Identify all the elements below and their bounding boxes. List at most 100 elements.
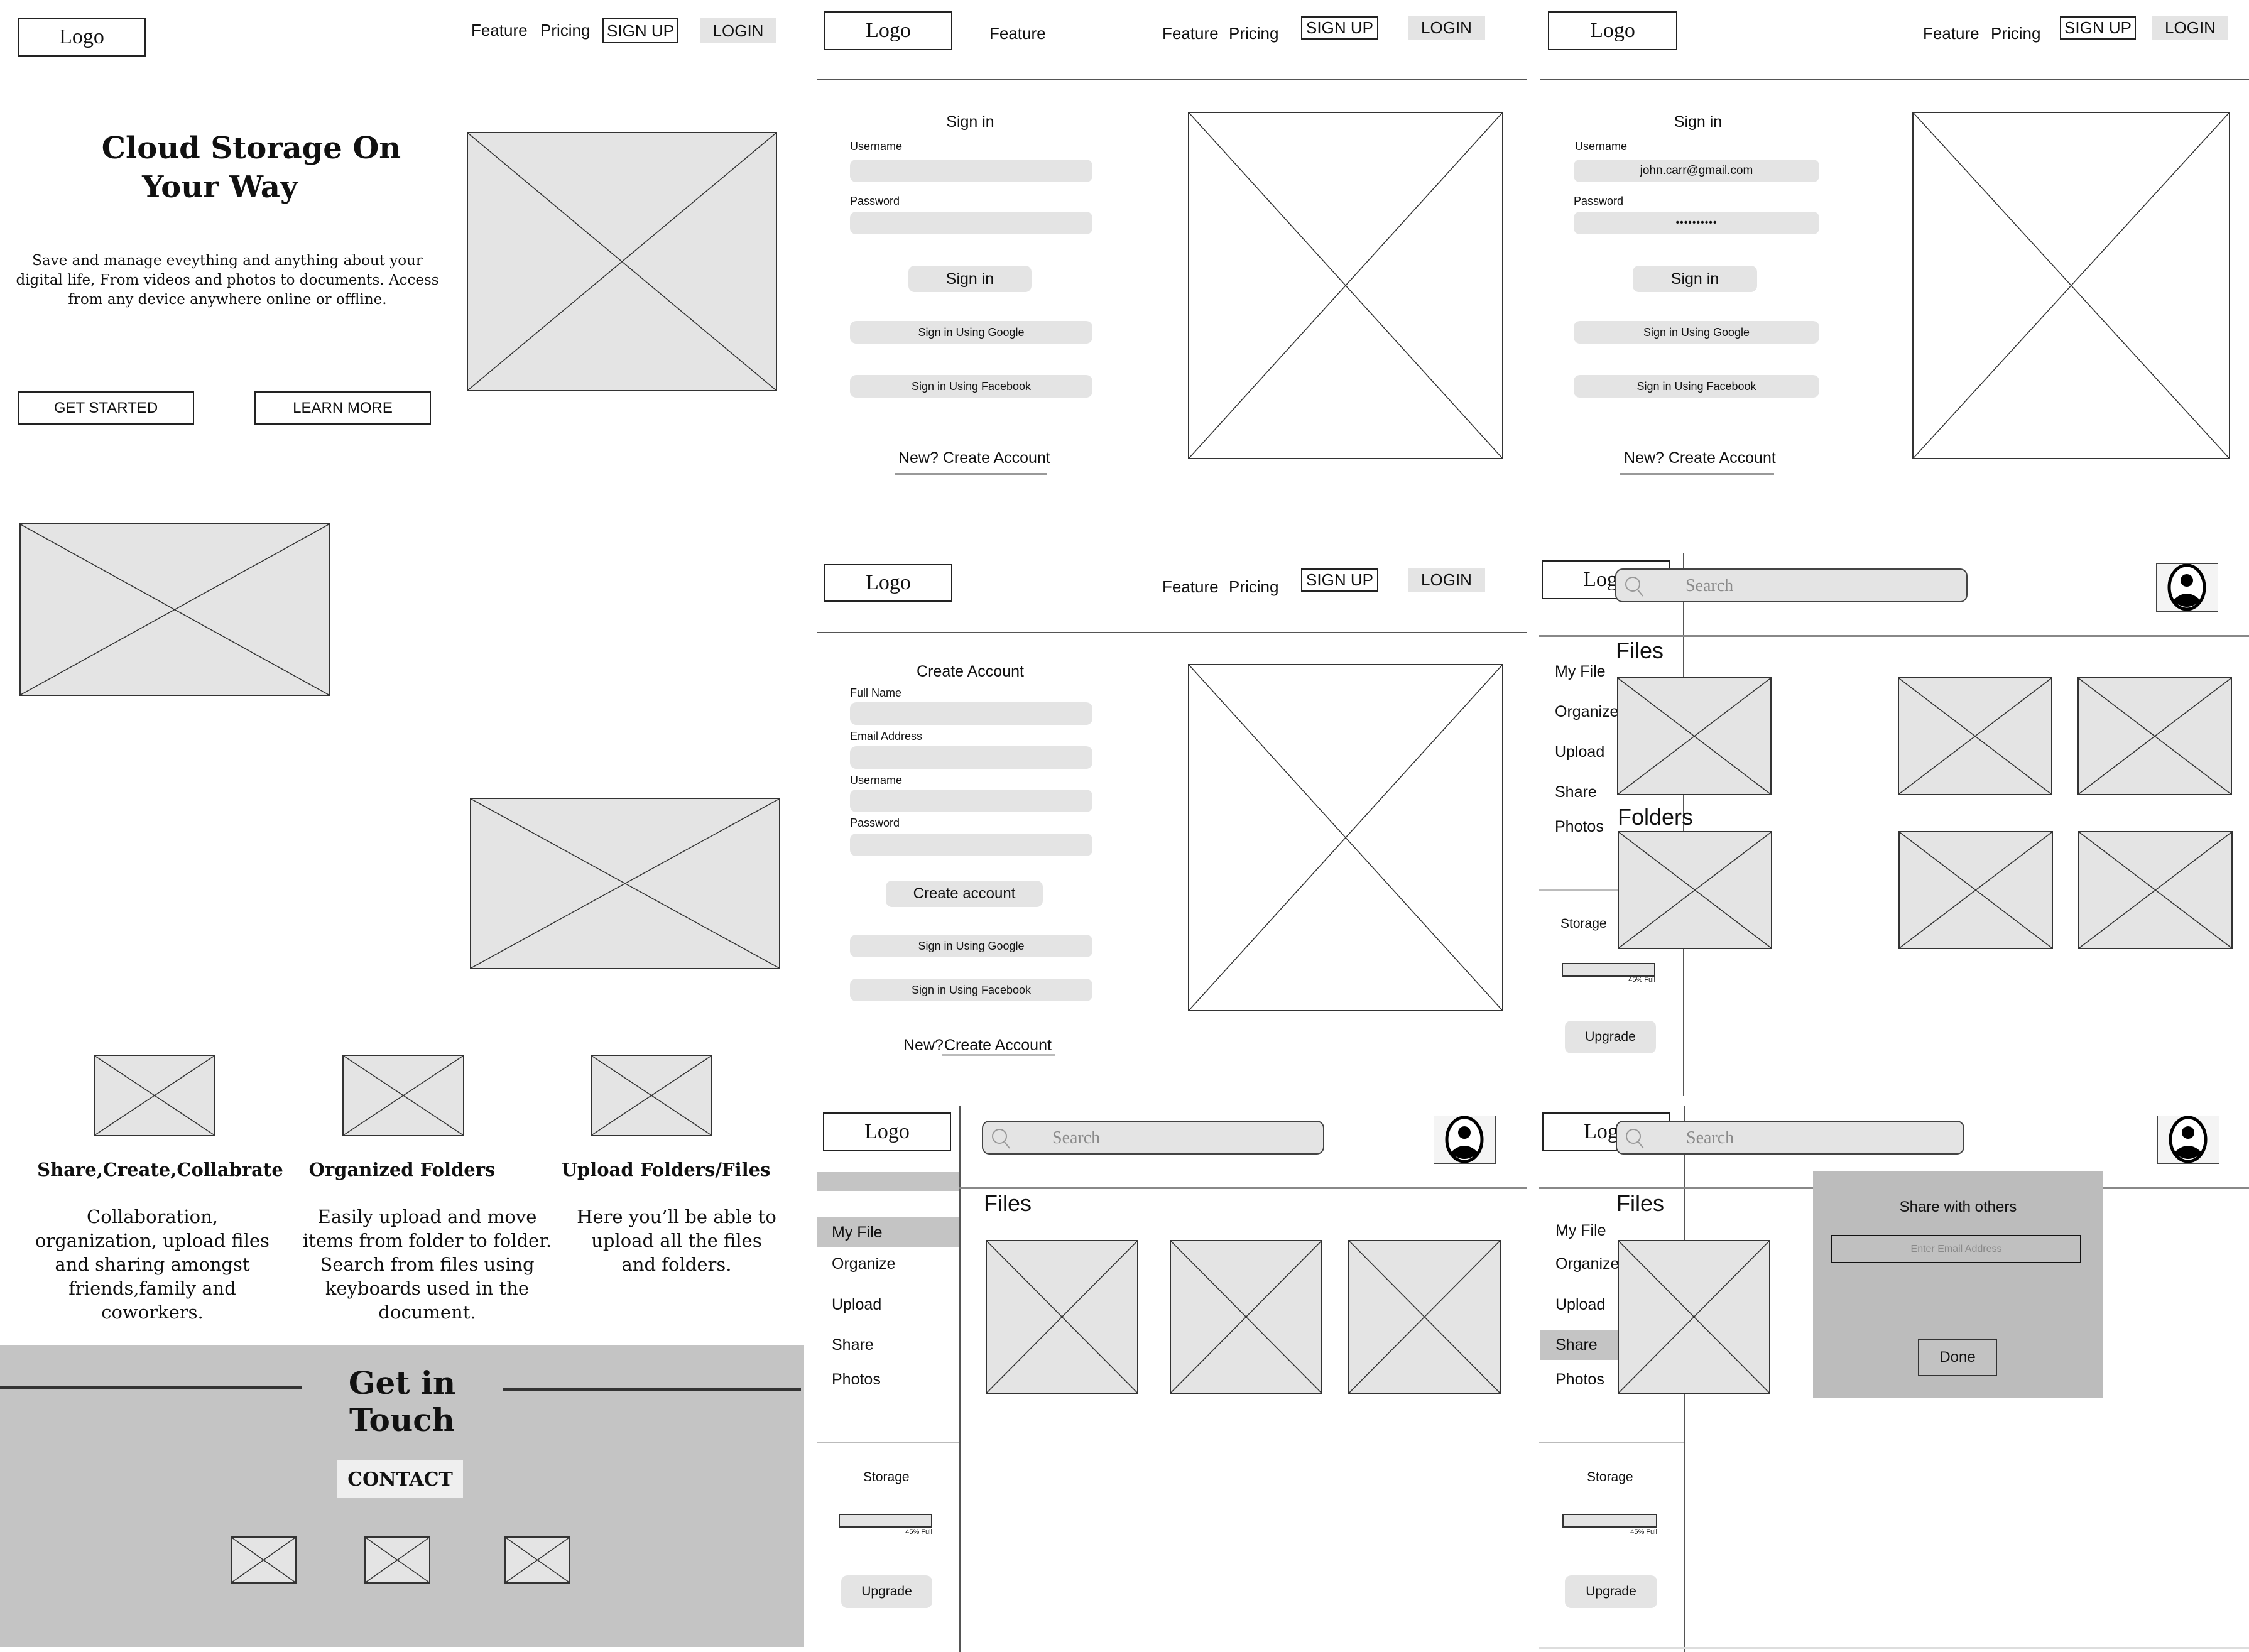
username-input[interactable] [850, 790, 1092, 812]
password-label: Password [1574, 195, 1624, 207]
facebook-signin-button[interactable]: Sign in Using Facebook [850, 979, 1092, 1001]
avatar[interactable] [2156, 563, 2218, 612]
sidebar-item-organize[interactable]: Organize [832, 1255, 895, 1273]
google-signin-button[interactable]: Sign in Using Google [850, 935, 1092, 957]
sidebar-item-upload[interactable]: Upload [832, 1296, 881, 1314]
file-thumbnail[interactable] [1170, 1240, 1322, 1394]
sidebar-item-share[interactable]: Share [832, 1336, 874, 1354]
signup-button[interactable]: SIGN UP [1301, 568, 1378, 592]
avatar[interactable] [2157, 1116, 2219, 1164]
sidebar-item-my-file[interactable]: My File [817, 1217, 959, 1247]
logo[interactable]: Logo [18, 18, 146, 57]
password-input[interactable]: •••••••••• [1574, 212, 1819, 234]
nav-feature-link[interactable]: Feature [471, 21, 528, 40]
folder-thumbnail[interactable] [1618, 831, 1772, 949]
login-button[interactable]: LOGIN [2152, 16, 2228, 40]
files-heading: Files [984, 1190, 1032, 1216]
username-input[interactable] [850, 160, 1092, 182]
file-thumbnail[interactable] [2077, 677, 2232, 795]
email-label: Email Address [850, 730, 923, 742]
sidebar-item-photos[interactable]: Photos [1555, 1371, 1604, 1389]
facebook-signin-button[interactable]: Sign in Using Facebook [1574, 375, 1819, 398]
feature-image-placeholder [591, 1055, 712, 1136]
username-input[interactable]: john.carr@gmail.com [1574, 160, 1819, 182]
signup-button[interactable]: SIGN UP [2060, 16, 2136, 40]
feature-description: Here you’ll be able to upload all the fi… [577, 1206, 776, 1275]
create-account-link[interactable]: Create Account [944, 1036, 1052, 1055]
upgrade-button[interactable]: Upgrade [1565, 1021, 1656, 1053]
create-account-link[interactable]: New? Create Account [898, 449, 1050, 467]
social-icon-placeholder[interactable] [231, 1536, 297, 1584]
file-thumbnail[interactable] [1618, 1240, 1770, 1394]
login-button[interactable]: LOGIN [1408, 16, 1485, 40]
password-input[interactable] [850, 212, 1092, 234]
nav-feature-link[interactable]: Feature [989, 24, 1046, 43]
storage-progress-bar [839, 1514, 932, 1528]
email-input[interactable] [850, 746, 1092, 769]
sidebar-item-my-file[interactable] [817, 1172, 959, 1191]
file-thumbnail[interactable] [1617, 677, 1772, 795]
facebook-signin-button[interactable]: Sign in Using Facebook [850, 375, 1092, 398]
signin-button[interactable]: Sign in [908, 266, 1032, 292]
password-label: Password [850, 195, 900, 207]
nav-feature-link[interactable]: Feature [1923, 24, 1979, 43]
google-signin-button[interactable]: Sign in Using Google [1574, 321, 1819, 344]
logo[interactable]: Logo [1548, 11, 1677, 50]
email-input[interactable]: Enter Email Address [1831, 1235, 2081, 1263]
google-signin-button[interactable]: Sign in Using Google [850, 321, 1092, 344]
upgrade-button[interactable]: Upgrade [841, 1575, 932, 1608]
search-bar[interactable]: Search [1616, 1121, 1964, 1155]
username-label: Username [850, 140, 903, 153]
search-placeholder: Search [1052, 1128, 1101, 1148]
storage-label: Storage [1587, 1470, 1633, 1484]
signup-button[interactable]: SIGN UP [1301, 16, 1378, 40]
sidebar-item-my-file[interactable]: My File [1555, 663, 1606, 681]
file-thumbnail[interactable] [1348, 1240, 1501, 1394]
sidebar-item-photos[interactable]: Photos [832, 1371, 881, 1389]
sidebar-item-share[interactable]: Share [1555, 783, 1597, 802]
file-thumbnail[interactable] [1898, 677, 2052, 795]
social-icon-placeholder[interactable] [504, 1536, 570, 1584]
sidebar-item-organize[interactable]: Organize [1555, 1255, 1619, 1273]
file-thumbnail[interactable] [986, 1240, 1138, 1394]
login-button[interactable]: LOGIN [700, 18, 776, 43]
done-button[interactable]: Done [1918, 1339, 1997, 1376]
social-icon-placeholder[interactable] [364, 1536, 430, 1584]
nav-feature-link[interactable]: Feature [1162, 577, 1219, 597]
login-button[interactable]: LOGIN [1408, 568, 1485, 592]
fullname-input[interactable] [850, 702, 1092, 725]
username-label: Username [850, 774, 903, 786]
upgrade-button[interactable]: Upgrade [1565, 1575, 1657, 1608]
get-started-button[interactable]: GET STARTED [18, 391, 194, 425]
sidebar-item-upload[interactable]: Upload [1555, 1296, 1605, 1314]
avatar[interactable] [1434, 1116, 1496, 1164]
learn-more-button[interactable]: LEARN MORE [254, 391, 431, 425]
sidebar-item-upload[interactable]: Upload [1555, 743, 1604, 761]
files-heading: Files [1616, 1190, 1665, 1216]
hero-description: Save and manage eveything and anything a… [16, 253, 439, 308]
signin-button[interactable]: Sign in [1633, 266, 1757, 292]
storage-progress-fill [840, 1515, 881, 1526]
nav-feature-link[interactable]: Feature [1162, 24, 1219, 43]
nav-pricing-link[interactable]: Pricing [540, 21, 590, 40]
logo[interactable]: Logo [824, 11, 952, 50]
folder-thumbnail[interactable] [2078, 831, 2233, 949]
form-title: Sign in [1674, 113, 1723, 131]
password-input[interactable] [850, 834, 1092, 856]
create-account-link[interactable]: New? Create Account [1624, 449, 1776, 467]
create-account-button[interactable]: Create account [886, 881, 1043, 907]
logo[interactable]: Logo [824, 564, 952, 602]
folder-thumbnail[interactable] [1898, 831, 2053, 949]
nav-pricing-link[interactable]: Pricing [1229, 577, 1278, 597]
search-bar[interactable]: Search [982, 1121, 1324, 1155]
search-placeholder: Search [1686, 1128, 1734, 1148]
contact-button[interactable]: CONTACT [337, 1460, 463, 1498]
sidebar-item-photos[interactable]: Photos [1555, 818, 1604, 836]
nav-pricing-link[interactable]: Pricing [1229, 24, 1278, 43]
sidebar-item-my-file[interactable]: My File [1555, 1222, 1606, 1240]
signup-button[interactable]: SIGN UP [602, 18, 678, 43]
search-bar[interactable]: Search [1615, 568, 1968, 602]
logo[interactable]: Logo [823, 1112, 951, 1151]
sidebar-item-organize[interactable]: Organize [1555, 703, 1618, 721]
nav-pricing-link[interactable]: Pricing [1991, 24, 2040, 43]
